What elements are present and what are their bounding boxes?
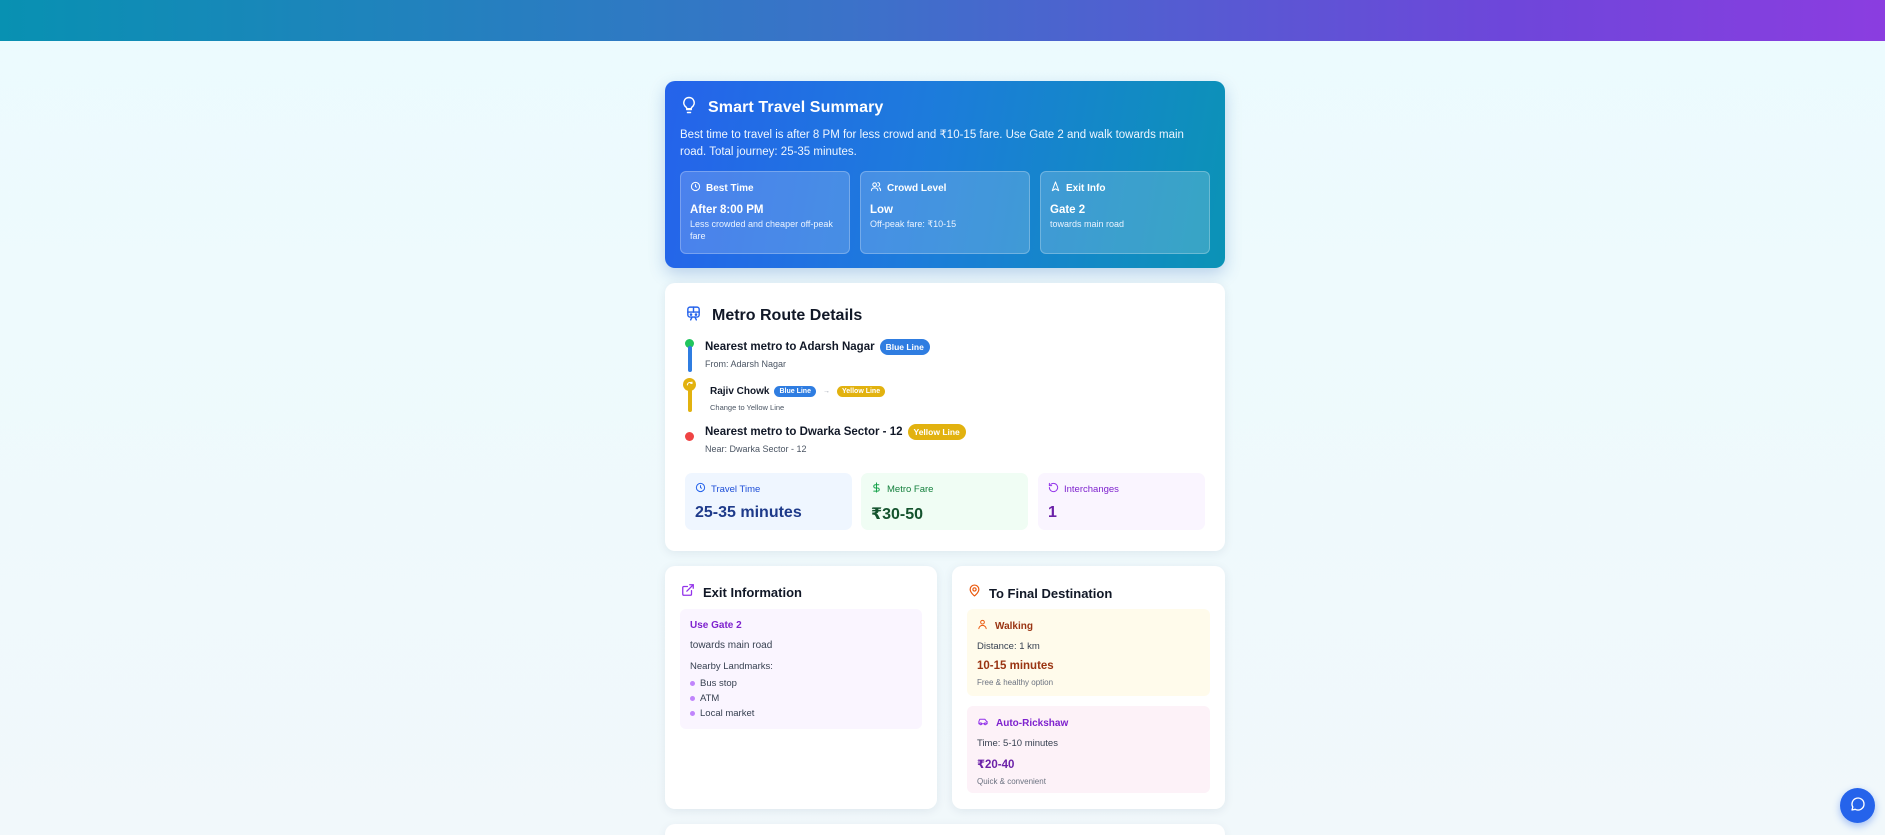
origin-stop: Nearest metro to Adarsh Nagar Blue Line F… (705, 338, 930, 369)
list-item: Bus stop (690, 676, 912, 691)
best-time-label: Best Time (706, 182, 754, 194)
exit-info-value: Gate 2 (1050, 204, 1086, 216)
exit-details: Use Gate 2 towards main road Nearby Land… (680, 609, 922, 729)
lightbulb-icon (680, 96, 698, 119)
walking-distance: Distance: 1 km (977, 641, 1040, 652)
chat-button[interactable] (1840, 788, 1875, 823)
auto-rickshaw-note: Quick & convenient (977, 777, 1046, 786)
car-icon (977, 716, 989, 730)
external-link-icon (681, 583, 695, 602)
auto-rickshaw-option: Auto-Rickshaw Time: 5-10 minutes ₹20-40 … (967, 706, 1210, 793)
walking-option: Walking Distance: 1 km 10-15 minutes Fre… (967, 609, 1210, 696)
interchange-stop-sub: Change to Yellow Line (710, 403, 785, 412)
exit-info-label: Exit Info (1066, 182, 1106, 194)
travel-time-stat: Travel Time 25-35 minutes (685, 473, 852, 530)
landmarks-list: Bus stop ATM Local market (690, 676, 912, 721)
map-pin-icon (968, 583, 981, 603)
interchange-arrow: → (822, 388, 830, 396)
refresh-icon (1048, 482, 1059, 496)
best-time-detail: Less crowded and cheaper off-peak fare (690, 219, 833, 241)
destination-title: To Final Destination (989, 585, 1113, 601)
next-section-card (665, 824, 1225, 835)
interchanges-value: 1 (1048, 504, 1057, 521)
clock-icon (695, 482, 706, 496)
auto-rickshaw-fare: ₹20-40 (977, 759, 1015, 771)
exit-towards: towards main road (690, 640, 773, 651)
interchange-blue-badge: Blue Line (774, 386, 816, 398)
dollar-icon (871, 482, 882, 496)
chat-bubble-icon (1850, 796, 1866, 815)
walking-label: Walking (995, 620, 1033, 632)
destination-dot (685, 432, 694, 441)
exit-gate: Use Gate 2 (690, 620, 742, 631)
metro-fare-label: Metro Fare (887, 483, 934, 495)
route-header: Metro Route Details (685, 304, 862, 328)
landmarks-label: Nearby Landmarks: (690, 661, 773, 672)
metro-fare-stat: Metro Fare ₹30-50 (861, 473, 1028, 530)
crowd-level-label: Crowd Level (887, 182, 947, 194)
exit-info-card: Exit Info Gate 2 towards main road (1040, 171, 1210, 254)
auto-rickshaw-time: Time: 5-10 minutes (977, 738, 1058, 749)
exit-header: Exit Information (681, 583, 802, 602)
smart-travel-summary-card: Smart Travel Summary Best time to travel… (665, 81, 1225, 268)
route-title: Metro Route Details (712, 307, 863, 324)
blue-line-rail (687, 346, 692, 372)
crowd-level-detail: Off-peak fare: ₹10-15 (870, 219, 957, 229)
exit-info-detail: towards main road (1050, 219, 1125, 229)
origin-stop-name: Nearest metro to Adarsh Nagar (705, 340, 875, 353)
final-destination-card: To Final Destination Walking Distance: 1… (952, 566, 1225, 809)
travel-time-label: Travel Time (711, 483, 761, 495)
clock-icon (690, 181, 701, 195)
crowd-level-value: Low (870, 204, 893, 216)
bullet-icon (690, 711, 695, 716)
interchanges-stat: Interchanges 1 (1038, 473, 1205, 530)
yellow-line-rail (687, 389, 692, 412)
metro-fare-value: ₹30-50 (871, 506, 924, 523)
interchange-stop: Rajiv Chowk Blue Line → Yellow Line Change … (710, 383, 886, 412)
crowd-level-card: Crowd Level Low Off-peak fare: ₹10-15 (860, 171, 1030, 254)
best-time-card: Best Time After 8:00 PM Less crowded and… (680, 171, 850, 254)
exit-title: Exit Information (703, 585, 802, 600)
list-item: ATM (690, 691, 912, 706)
destination-header: To Final Destination (968, 583, 1112, 603)
bullet-icon (690, 696, 695, 701)
users-icon (870, 181, 882, 195)
summary-title: Smart Travel Summary (708, 98, 884, 116)
auto-rickshaw-label: Auto-Rickshaw (996, 717, 1069, 729)
travel-time-value: 25-35 minutes (695, 504, 802, 521)
navigation-icon (1050, 181, 1061, 195)
best-time-value: After 8:00 PM (690, 204, 764, 216)
yellow-line-badge: Yellow Line (907, 423, 966, 440)
destination-stop: Nearest metro to Dwarka Sector - 12 Yello… (705, 423, 966, 454)
summary-header: Smart Travel Summary (680, 96, 883, 119)
train-icon (685, 304, 702, 328)
destination-stop-name: Nearest metro to Dwarka Sector - 12 (705, 425, 903, 438)
landmark-text: Bus stop (700, 678, 737, 689)
bullet-icon (690, 681, 695, 686)
walking-time: 10-15 minutes (977, 660, 1054, 672)
blue-line-badge: Blue Line (879, 338, 930, 355)
metro-route-card: Metro Route Details Nearest metro to Ada… (665, 283, 1225, 551)
interchange-yellow-badge: Yellow Line (836, 386, 886, 398)
person-icon (977, 619, 988, 633)
list-item: Local market (690, 706, 912, 721)
exit-information-card: Exit Information Use Gate 2 towards main… (665, 566, 937, 809)
top-header-bar (0, 0, 1885, 41)
interchanges-label: Interchanges (1064, 483, 1119, 495)
interchange-stop-name: Rajiv Chowk (710, 386, 770, 398)
landmark-text: Local market (700, 708, 755, 719)
landmark-text: ATM (700, 693, 720, 704)
destination-stop-sub: Near: Dwarka Sector - 12 (705, 444, 807, 454)
walking-note: Free & healthy option (977, 678, 1054, 687)
origin-stop-sub: From: Adarsh Nagar (705, 359, 787, 369)
summary-description: Best time to travel is after 8 PM for le… (680, 129, 1184, 158)
